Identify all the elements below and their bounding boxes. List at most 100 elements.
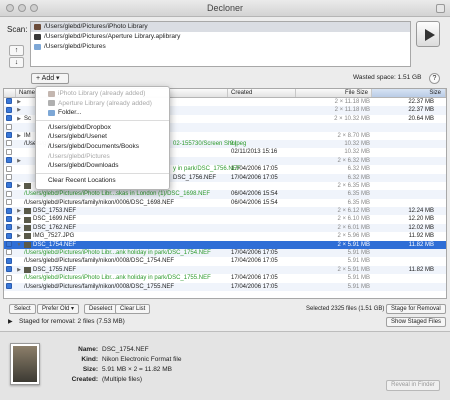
show-staged-files-button[interactable]: Show Staged Files — [386, 317, 447, 327]
stage-for-removal-button[interactable]: Stage for Removal — [386, 304, 446, 314]
scan-item[interactable]: /Users/glebd/Pictures/iPhoto Library — [31, 22, 410, 32]
move-up-button[interactable]: ↑ — [9, 45, 24, 56]
disclosure-triangle[interactable]: ▶ — [16, 266, 22, 274]
move-down-button[interactable]: ↓ — [9, 57, 24, 68]
table-row[interactable]: ▶ IMG_7527.JPG 2 × 5.96 MB 11.92 MB — [4, 232, 446, 240]
row-checkbox[interactable] — [4, 224, 16, 232]
table-row[interactable]: ▶ DSC_1699.NEF 2 × 6.10 MB 12.20 MB — [4, 215, 446, 223]
menu-item[interactable]: /Users/glebd/Usenet — [36, 132, 169, 142]
row-checkbox[interactable] — [4, 215, 16, 223]
checkbox[interactable] — [6, 123, 12, 130]
disclosure-triangle[interactable]: ▶ — [16, 207, 22, 215]
checkbox[interactable] — [6, 98, 12, 105]
checkbox[interactable] — [6, 199, 12, 206]
reveal-in-finder-button[interactable]: Reveal in Finder — [386, 380, 440, 391]
prefer-old-popup[interactable]: Prefer Old ▾ — [37, 304, 80, 314]
row-checkbox[interactable] — [4, 283, 16, 291]
add-location-button[interactable]: + Add ▾ — [31, 73, 69, 84]
row-checkbox[interactable] — [4, 257, 16, 265]
checkbox[interactable] — [6, 173, 12, 180]
scan-location-list[interactable]: /Users/glebd/Pictures/iPhoto Library /Us… — [30, 21, 411, 67]
scan-item[interactable]: /Users/glebd/Pictures/Aperture Library.a… — [31, 32, 410, 42]
checkbox[interactable] — [6, 190, 12, 197]
disclosure-triangle[interactable]: ▶ — [16, 115, 22, 123]
row-checkbox[interactable] — [4, 266, 16, 274]
row-checkbox[interactable] — [4, 131, 16, 140]
menu-item[interactable]: /Users/glebd/Downloads — [36, 161, 169, 171]
row-checkbox[interactable] — [4, 182, 16, 190]
help-button[interactable]: ? — [429, 73, 440, 84]
row-checkbox[interactable] — [4, 207, 16, 215]
disclosure-triangle[interactable]: ▶ — [16, 98, 22, 106]
header-file-size[interactable]: File Size — [296, 89, 372, 97]
checkbox[interactable] — [6, 106, 12, 113]
menu-item[interactable]: Folder... — [36, 108, 169, 118]
row-checkbox[interactable] — [4, 123, 16, 131]
clear-list-button[interactable]: Clear List — [115, 304, 151, 314]
table-row[interactable]: ▶ DSC_1755.NEF 2 × 5.91 MB 11.82 MB — [4, 265, 446, 275]
checkbox[interactable] — [6, 232, 12, 239]
disclosure-icon[interactable]: ▶ — [8, 318, 13, 325]
add-location-menu[interactable]: iPhoto Library (already added) Aperture L… — [35, 86, 170, 190]
checkbox[interactable] — [6, 249, 12, 256]
deselect-button[interactable]: Deselect — [84, 304, 118, 314]
checkbox[interactable] — [6, 165, 12, 172]
disclosure-triangle[interactable]: ▶ — [16, 224, 22, 232]
checkbox[interactable] — [6, 131, 12, 138]
disclosure-triangle[interactable]: ▼ — [16, 241, 22, 249]
table-row[interactable]: ▶ DSC_1762.NEF 2 × 6.01 MB 12.02 MB — [4, 223, 446, 233]
select-button[interactable]: Select — [9, 304, 36, 314]
row-checkbox[interactable] — [4, 148, 16, 156]
menu-item[interactable]: /Users/glebd/Documents/Books — [36, 142, 169, 152]
menu-item[interactable]: Clear Recent Locations — [36, 176, 169, 186]
checkbox[interactable] — [6, 266, 12, 273]
header-checkbox[interactable] — [4, 89, 16, 97]
checkbox[interactable] — [6, 274, 12, 281]
table-row[interactable]: /Users/glebd/Pictures/family/nikon/0008/… — [4, 282, 446, 291]
start-scan-button[interactable] — [416, 21, 440, 47]
size-value: 5.91 MB × 2 = 11.82 MB — [102, 366, 172, 373]
row-checkbox[interactable] — [4, 98, 16, 106]
header-size[interactable]: Size — [372, 89, 446, 97]
disclosure-triangle[interactable]: ▶ — [16, 157, 22, 165]
checkbox[interactable] — [6, 241, 12, 248]
checkbox[interactable] — [6, 157, 12, 164]
checkbox[interactable] — [6, 257, 12, 264]
checkbox[interactable] — [6, 283, 12, 290]
checkbox[interactable] — [6, 215, 12, 222]
disclosure-triangle[interactable]: ▶ — [16, 215, 22, 223]
row-checkbox[interactable] — [4, 241, 16, 249]
row-checkbox[interactable] — [4, 173, 16, 182]
row-checkbox[interactable] — [4, 232, 16, 240]
table-row[interactable]: /Users/glebd/Pictures/iPhoto Libr...ank … — [4, 274, 446, 282]
row-checkbox[interactable] — [4, 140, 16, 148]
disclosure-triangle[interactable]: ▶ — [16, 106, 22, 114]
checkbox[interactable] — [6, 115, 12, 122]
disclosure-triangle[interactable]: ▶ — [16, 232, 22, 240]
row-checkbox[interactable] — [4, 190, 16, 198]
row-checkbox[interactable] — [4, 249, 16, 257]
checkbox[interactable] — [6, 148, 12, 155]
table-row[interactable]: /Users/glebd/Pictures/iPhoto Libr...skas… — [4, 190, 446, 199]
disclosure-triangle[interactable]: ▶ — [16, 132, 22, 140]
fullscreen-icon[interactable] — [436, 4, 445, 13]
disclosure-triangle[interactable]: ▶ — [16, 182, 22, 190]
checkbox[interactable] — [6, 140, 12, 147]
checkbox[interactable] — [6, 207, 12, 214]
row-checkbox[interactable] — [4, 274, 16, 282]
table-row[interactable]: ▶ DSC_1753.NEF 2 × 6.12 MB 12.24 MB — [4, 207, 446, 216]
row-checkbox[interactable] — [4, 106, 16, 114]
row-checkbox[interactable] — [4, 199, 16, 207]
header-created[interactable]: Created — [228, 89, 296, 97]
table-row[interactable]: /Users/glebd/Pictures/iPhoto Libr...ank … — [4, 249, 446, 258]
table-row[interactable]: ▼ DSC_1754.NEF 2 × 5.91 MB 11.82 MB — [4, 240, 446, 250]
checkbox[interactable] — [6, 224, 12, 231]
row-checkbox[interactable] — [4, 115, 16, 123]
table-row[interactable]: /Users/glebd/Pictures/family/nikon/0006/… — [4, 199, 446, 207]
checkbox[interactable] — [6, 182, 12, 189]
menu-item[interactable]: /Users/glebd/Dropbox — [36, 123, 169, 133]
table-row[interactable]: /Users/glebd/Pictures/family/nikon/0008/… — [4, 257, 446, 265]
scan-item[interactable]: /Users/glebd/Pictures — [31, 42, 410, 52]
row-checkbox[interactable] — [4, 165, 16, 173]
row-checkbox[interactable] — [4, 157, 16, 165]
